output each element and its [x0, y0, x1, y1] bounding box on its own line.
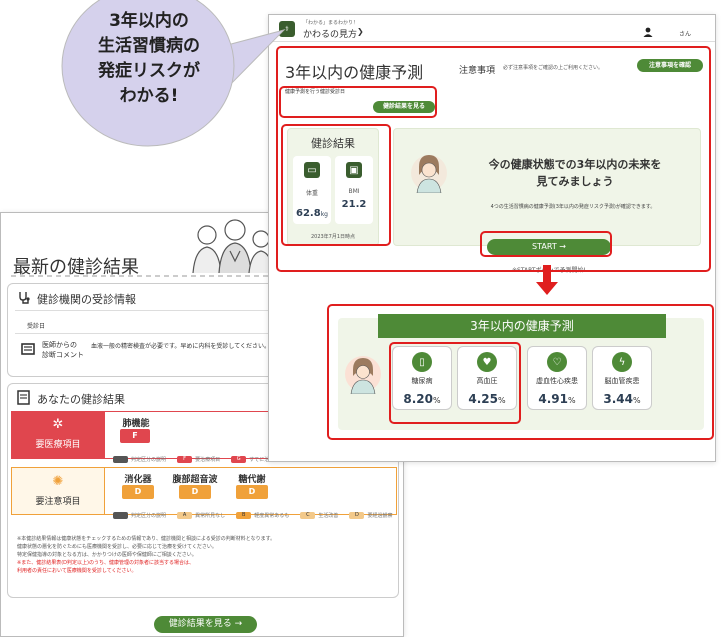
your-results-title: あなたの健診結果: [37, 393, 125, 406]
row2-category-3: 糖代謝: [238, 475, 266, 485]
row1-legend: 判定区分の説明 F 要治療項目 G すでに治療中: [113, 449, 285, 468]
row2-category-2: 腹部超音波: [172, 475, 218, 485]
bubble-text: 3年以内の 生活習慣病の 発症リスクが わかる!: [98, 11, 200, 106]
view-results-button[interactable]: 健診結果を見る →: [154, 616, 257, 633]
highlight-start-button: [480, 231, 612, 257]
visit-date-label: 受診日: [27, 323, 46, 330]
caution-icon: ✺: [52, 474, 64, 489]
caution-row-label: ✺ 要注意項目: [11, 467, 105, 515]
row1-category: 肺機能: [122, 419, 150, 429]
stethoscope-icon: [19, 292, 30, 304]
header-title[interactable]: かわるの見方: [303, 27, 357, 40]
highlight-risk-cards: [389, 342, 521, 424]
notes-block: ※本健診結果情報は健康状態をチェックするための情報であり、健診機関と相談による受…: [17, 536, 276, 574]
down-arrow-head: [536, 282, 558, 295]
user-name: さん: [679, 31, 692, 38]
highlight-results-panel: [281, 124, 391, 246]
risk-woman-avatar: [345, 356, 381, 394]
chevron-right-icon[interactable]: ❯: [357, 27, 364, 36]
row2-grade-2: D: [179, 485, 211, 499]
user-icon[interactable]: [643, 27, 653, 37]
row2-category-1: 消化器: [124, 475, 152, 485]
heart-icon: ♡: [547, 352, 567, 372]
medical-row-label: ✲ 要医療項目: [11, 411, 105, 459]
document-icon: [17, 390, 30, 405]
risk-card-heart-disease: ♡ 虚血性心疾患 4.91%: [527, 346, 587, 410]
row2-grade-3: D: [236, 485, 268, 499]
row1-grade-badge: F: [120, 429, 150, 443]
comment-label-1: 医師からの: [42, 341, 77, 349]
comment-label-2: 診断コメント: [42, 351, 84, 359]
institution-title: 健診機関の受診情報: [37, 293, 136, 306]
comment-icon: [21, 343, 35, 355]
row2-grade-1: D: [122, 485, 154, 499]
risk-title-banner: 3年以内の健康予測: [378, 314, 666, 338]
risk-card-stroke: ϟ 脳血管疾患 3.44%: [592, 346, 652, 410]
down-arrow: [543, 265, 551, 283]
family-illustration: [192, 219, 274, 274]
row2-legend: 判定区分の説明 A 異常所見なし B 軽度異常あるも C 生活改善 D 要経過観察: [113, 505, 395, 524]
header-subtitle: 「わかる」まるわかり！: [303, 20, 359, 26]
comment-text: 血液一般の精密検査が必要です。早めに内科を受診してください。: [91, 343, 271, 350]
highlight-exam-selector: [279, 86, 437, 118]
alert-icon: ✲: [52, 417, 64, 432]
brain-icon: ϟ: [612, 352, 632, 372]
title-divider: [11, 275, 281, 277]
